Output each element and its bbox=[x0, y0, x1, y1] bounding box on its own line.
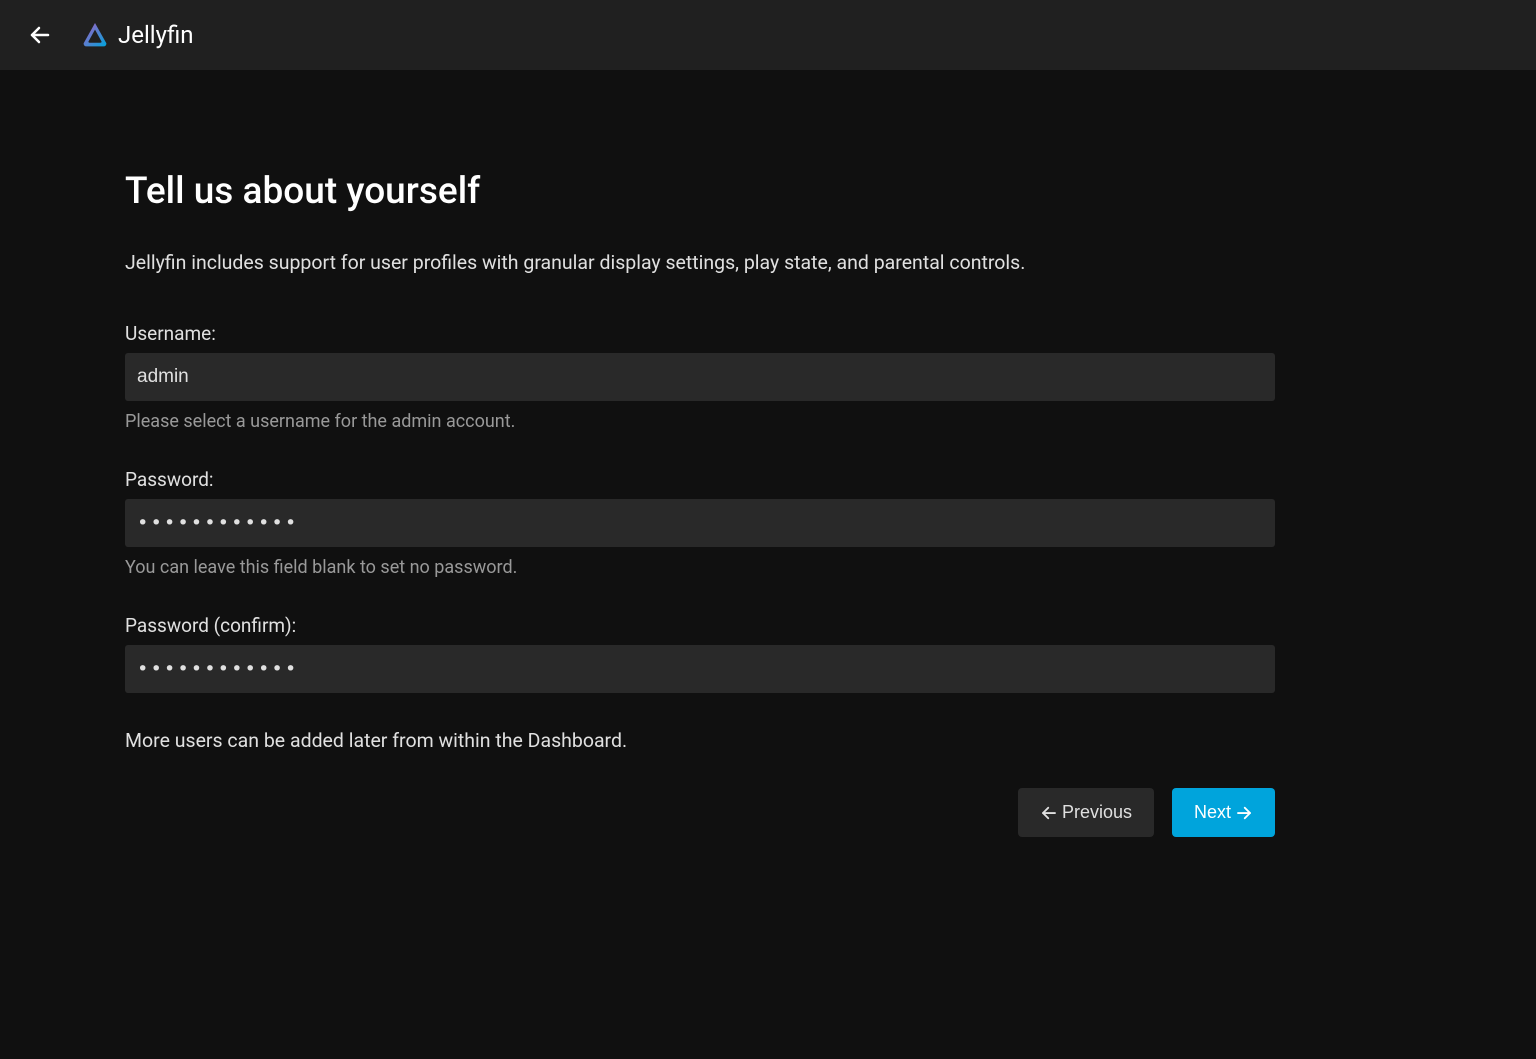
username-label: Username: bbox=[125, 322, 1275, 345]
password-confirm-input[interactable] bbox=[125, 645, 1275, 693]
previous-button-label: Previous bbox=[1062, 802, 1132, 823]
next-button[interactable]: Next bbox=[1172, 788, 1275, 837]
app-header: Jellyfin bbox=[0, 0, 1536, 70]
page-title: Tell us about yourself bbox=[125, 170, 1275, 213]
jellyfin-logo-icon bbox=[80, 20, 110, 50]
page-description: Jellyfin includes support for user profi… bbox=[125, 251, 1275, 274]
arrow-left-icon bbox=[1040, 804, 1058, 822]
previous-button[interactable]: Previous bbox=[1018, 788, 1154, 837]
username-input[interactable] bbox=[125, 353, 1275, 401]
app-name: Jellyfin bbox=[118, 21, 194, 49]
logo: Jellyfin bbox=[80, 20, 194, 50]
password-help: You can leave this field blank to set no… bbox=[125, 557, 1275, 578]
arrow-right-icon bbox=[1235, 804, 1253, 822]
back-button[interactable] bbox=[20, 15, 60, 55]
password-input[interactable] bbox=[125, 499, 1275, 547]
password-group: Password: You can leave this field blank… bbox=[125, 468, 1275, 578]
password-confirm-label: Password (confirm): bbox=[125, 614, 1275, 637]
button-row: Previous Next bbox=[125, 788, 1275, 837]
footer-note: More users can be added later from withi… bbox=[125, 729, 1275, 752]
password-label: Password: bbox=[125, 468, 1275, 491]
next-button-label: Next bbox=[1194, 802, 1231, 823]
password-confirm-group: Password (confirm): bbox=[125, 614, 1275, 693]
arrow-left-icon bbox=[28, 23, 52, 47]
username-help: Please select a username for the admin a… bbox=[125, 411, 1275, 432]
main-content: Tell us about yourself Jellyfin includes… bbox=[0, 70, 1400, 837]
username-group: Username: Please select a username for t… bbox=[125, 322, 1275, 432]
